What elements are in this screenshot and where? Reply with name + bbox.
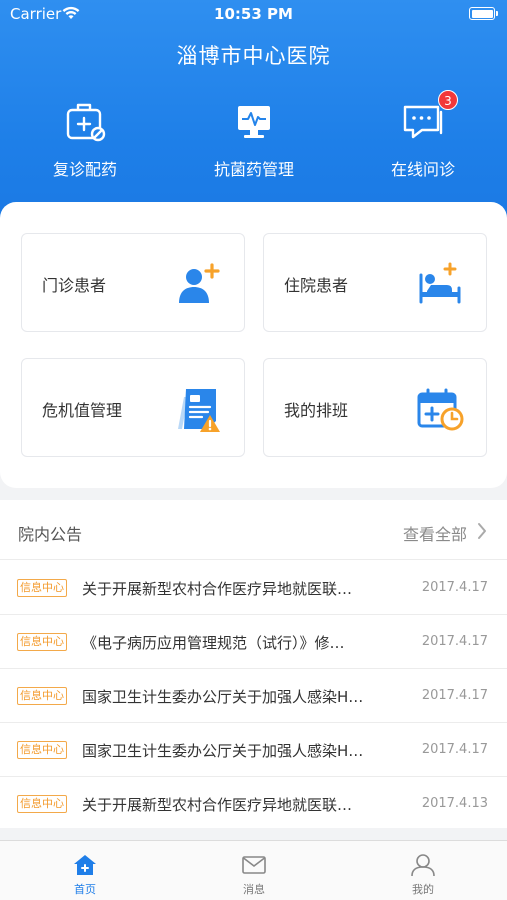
category-tag: 信息中心 bbox=[17, 687, 67, 705]
tab-messages[interactable]: 消息 bbox=[209, 841, 299, 900]
announcement-row[interactable]: 信息中心 关于开展新型农村合作医疗异地就医联… 2017.4.13 bbox=[0, 777, 507, 831]
monitor-pulse-icon bbox=[231, 98, 277, 144]
document-warning-icon bbox=[178, 389, 220, 432]
announcement-row[interactable]: 信息中心 国家卫生计生委办公厅关于加强人感染H… 2017.4.17 bbox=[0, 669, 507, 723]
tile-label: 危机值管理 bbox=[42, 401, 123, 420]
quick-action-antibiotics[interactable]: 抗菌药管理 bbox=[189, 98, 319, 180]
status-bar: Carrier 10:53 PM bbox=[0, 0, 507, 28]
tab-label: 我的 bbox=[412, 883, 434, 896]
announcement-date: 2017.4.17 bbox=[421, 742, 488, 757]
add-patient-icon bbox=[179, 263, 220, 303]
function-card: 门诊患者 住院患者 危机值管理 我的排班 bbox=[0, 202, 507, 488]
tab-home[interactable]: 首页 bbox=[40, 841, 130, 900]
category-tag: 信息中心 bbox=[17, 795, 67, 813]
announcement-date: 2017.4.13 bbox=[421, 796, 488, 811]
announcement-title: 国家卫生计生委办公厅关于加强人感染H… bbox=[82, 688, 364, 706]
announcement-title: 《电子病历应用管理规范（试行）》修… bbox=[82, 634, 345, 652]
quick-action-consultation[interactable]: 3 在线问诊 bbox=[358, 90, 488, 180]
quick-action-label: 复诊配药 bbox=[52, 160, 117, 179]
tab-profile[interactable]: 我的 bbox=[378, 841, 468, 900]
category-tag: 信息中心 bbox=[17, 579, 67, 597]
home-icon bbox=[74, 855, 96, 875]
clock: 10:53 PM bbox=[214, 5, 293, 23]
tile-label: 住院患者 bbox=[284, 276, 349, 295]
announcement-date: 2017.4.17 bbox=[421, 580, 488, 595]
page-title: 淄博市中心医院 bbox=[176, 44, 331, 68]
announcements-header: 院内公告 查看全部 bbox=[0, 500, 507, 560]
user-icon bbox=[411, 854, 435, 877]
chevron-right-icon[interactable] bbox=[477, 522, 487, 540]
tile-label: 门诊患者 bbox=[42, 276, 107, 295]
tile-critical-values[interactable]: 危机值管理 bbox=[21, 358, 245, 457]
announcement-title: 关于开展新型农村合作医疗异地就医联… bbox=[82, 580, 353, 598]
tile-my-schedule[interactable]: 我的排班 bbox=[263, 358, 487, 457]
view-all-link[interactable]: 查看全部 bbox=[403, 521, 467, 545]
medical-bag-icon bbox=[62, 98, 108, 144]
announcements-title: 院内公告 bbox=[18, 525, 83, 544]
announcement-row[interactable]: 信息中心 关于开展新型农村合作医疗异地就医联… 2017.4.17 bbox=[0, 561, 507, 615]
envelope-icon bbox=[242, 856, 266, 874]
announcement-date: 2017.4.17 bbox=[421, 688, 488, 703]
announcement-date: 2017.4.17 bbox=[421, 634, 488, 649]
announcement-title: 国家卫生计生委办公厅关于加强人感染H… bbox=[82, 742, 364, 760]
category-tag: 信息中心 bbox=[17, 741, 67, 759]
category-tag: 信息中心 bbox=[17, 633, 67, 651]
battery-icon bbox=[469, 7, 498, 20]
hospital-bed-icon bbox=[419, 262, 461, 304]
announcement-row[interactable]: 信息中心 《电子病历应用管理规范（试行）》修… 2017.4.17 bbox=[0, 615, 507, 669]
announcements-section: 院内公告 查看全部 信息中心 关于开展新型农村合作医疗异地就医联… 2017.4… bbox=[0, 500, 507, 828]
tab-label: 首页 bbox=[74, 883, 96, 896]
calendar-clock-icon bbox=[417, 388, 464, 431]
chat-bubble-icon: 3 bbox=[400, 90, 458, 144]
unread-badge: 3 bbox=[438, 90, 458, 110]
quick-action-label: 抗菌药管理 bbox=[213, 160, 294, 179]
tile-inpatients[interactable]: 住院患者 bbox=[263, 233, 487, 332]
tab-label: 消息 bbox=[243, 883, 265, 896]
quick-action-refill[interactable]: 复诊配药 bbox=[20, 98, 150, 180]
tab-bar: 首页 消息 我的 bbox=[0, 840, 507, 900]
tile-outpatients[interactable]: 门诊患者 bbox=[21, 233, 245, 332]
announcement-row[interactable]: 信息中心 国家卫生计生委办公厅关于加强人感染H… 2017.4.17 bbox=[0, 723, 507, 777]
quick-action-label: 在线问诊 bbox=[390, 160, 455, 179]
announcement-title: 关于开展新型农村合作医疗异地就医联… bbox=[82, 796, 353, 814]
tile-label: 我的排班 bbox=[284, 401, 349, 420]
